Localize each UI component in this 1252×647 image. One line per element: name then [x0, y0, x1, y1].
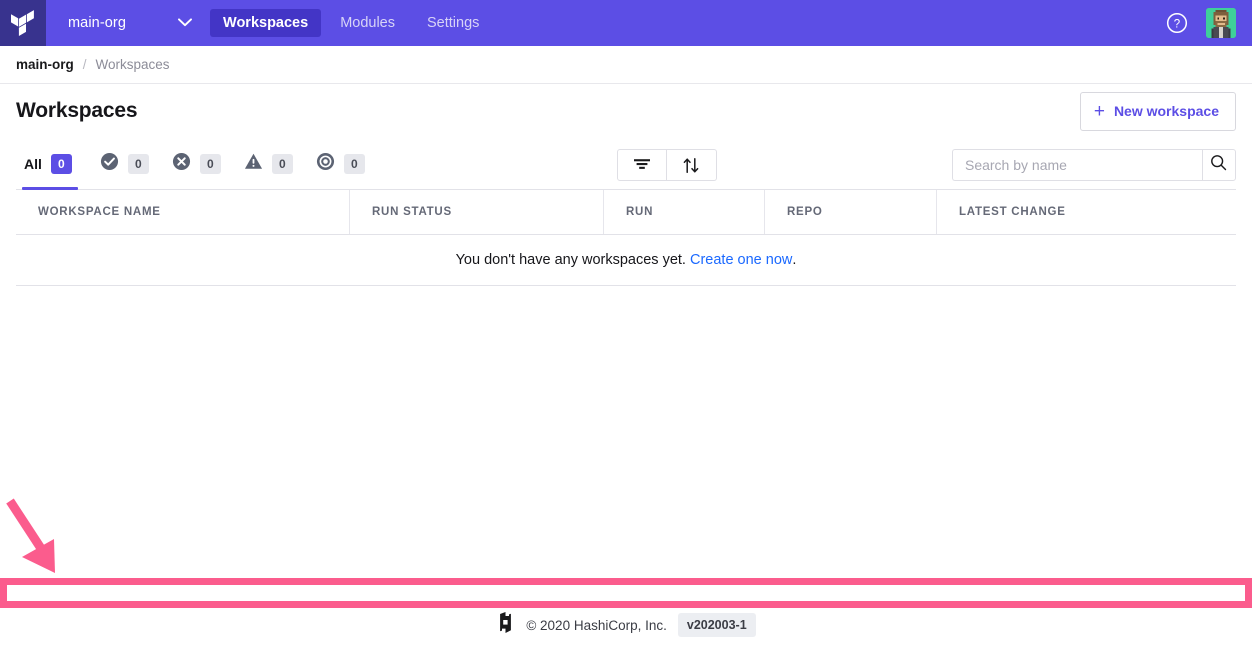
- chevron-down-icon: [178, 14, 192, 32]
- tab-running[interactable]: 0: [310, 138, 382, 190]
- search-button[interactable]: [1201, 149, 1236, 181]
- breadcrumb-separator: /: [82, 57, 87, 72]
- sort-arrows-icon[interactable]: [666, 149, 717, 181]
- nav-link-settings-label: Settings: [427, 15, 480, 31]
- nav-link-modules-label: Modules: [340, 15, 395, 31]
- tab-running-count: 0: [343, 154, 365, 174]
- tab-applied[interactable]: 0: [94, 138, 166, 190]
- nav-right-controls: ?: [1166, 0, 1236, 46]
- tab-needs-attention-count: 0: [271, 154, 293, 174]
- column-header-workspace-name[interactable]: WORKSPACE NAME: [16, 190, 349, 234]
- filter-funnel-icon[interactable]: [616, 149, 667, 181]
- column-header-run[interactable]: RUN: [603, 190, 764, 234]
- column-header-latest-change[interactable]: LATEST CHANGE: [936, 190, 1236, 234]
- hashicorp-logo-icon: [496, 612, 515, 638]
- question-circle-icon[interactable]: ?: [1166, 12, 1188, 34]
- new-workspace-button[interactable]: + New workspace: [1079, 91, 1236, 131]
- tab-needs-attention[interactable]: 0: [238, 138, 310, 190]
- workspaces-page: main-org Workspaces Modules Settings ? m…: [0, 0, 1252, 647]
- tab-all[interactable]: All 0: [16, 138, 94, 190]
- tab-applied-count: 0: [127, 154, 149, 174]
- page-header: Workspaces + New workspace: [0, 84, 1252, 138]
- empty-state-text: You don't have any workspaces yet.: [455, 252, 686, 268]
- warning-triangle-icon: [244, 152, 263, 176]
- filter-bar: All 0 0 0 0 0 Search by name: [0, 138, 1252, 190]
- column-header-run-status[interactable]: RUN STATUS: [349, 190, 603, 234]
- organization-name: main-org: [68, 15, 127, 31]
- nav-link-workspaces[interactable]: Workspaces: [210, 9, 322, 37]
- status-filter-tabs: All 0 0 0 0 0: [16, 138, 382, 190]
- nav-link-settings[interactable]: Settings: [414, 9, 492, 37]
- tab-all-label: All: [24, 156, 42, 172]
- breadcrumb-current: Workspaces: [95, 57, 170, 72]
- tab-errored[interactable]: 0: [166, 138, 238, 190]
- search-input[interactable]: [951, 149, 1202, 181]
- footer-copyright: © 2020 HashiCorp, Inc.: [526, 617, 667, 633]
- empty-state-period: .: [792, 252, 797, 268]
- table-tool-buttons: [616, 149, 717, 181]
- empty-state-row: You don't have any workspaces yet. Creat…: [16, 235, 1236, 286]
- workspaces-table: WORKSPACE NAME RUN STATUS RUN REPO LATES…: [16, 190, 1236, 286]
- top-navigation-bar: main-org Workspaces Modules Settings ?: [0, 0, 1252, 46]
- new-workspace-button-label: New workspace: [1113, 103, 1219, 119]
- nav-link-modules[interactable]: Modules: [327, 9, 408, 37]
- pointer-arrow-icon: [0, 495, 70, 590]
- terraform-logo-icon[interactable]: [0, 0, 46, 46]
- plus-icon: +: [1093, 100, 1105, 122]
- target-circle-icon: [316, 152, 335, 176]
- avatar[interactable]: [1206, 8, 1236, 38]
- check-circle-icon: [100, 152, 119, 176]
- table-header-row: WORKSPACE NAME RUN STATUS RUN REPO LATES…: [16, 190, 1236, 235]
- search-icon: [1210, 154, 1227, 176]
- tab-all-count: 0: [50, 154, 72, 174]
- tab-errored-count: 0: [199, 154, 221, 174]
- page-title: Workspaces: [16, 99, 138, 122]
- create-one-now-link[interactable]: Create one now: [690, 252, 792, 268]
- nav-link-workspaces-label: Workspaces: [223, 15, 309, 31]
- breadcrumb-org[interactable]: main-org: [16, 57, 74, 72]
- footer-version-badge: v202003-1: [677, 613, 756, 637]
- x-circle-icon: [172, 152, 191, 176]
- column-header-repo[interactable]: REPO: [764, 190, 936, 234]
- page-footer: © 2020 HashiCorp, Inc. v202003-1: [0, 603, 1252, 647]
- organization-selector[interactable]: main-org: [46, 0, 206, 46]
- breadcrumb: main-org / Workspaces: [0, 46, 1252, 84]
- primary-nav-links: Workspaces Modules Settings: [210, 9, 492, 37]
- svg-text:?: ?: [1174, 18, 1180, 30]
- search-control: [951, 149, 1236, 181]
